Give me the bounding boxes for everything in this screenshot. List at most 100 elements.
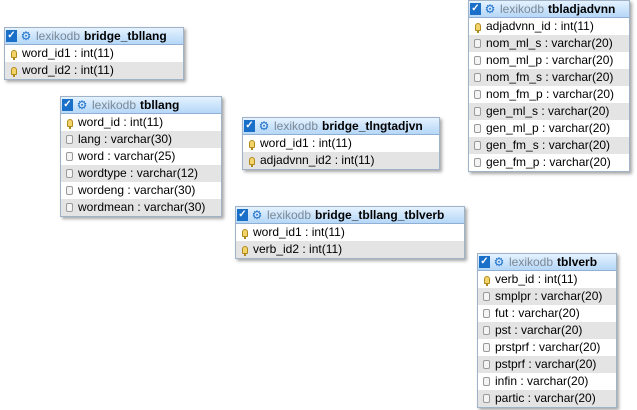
database-name: lexikodb <box>92 98 137 112</box>
column-shape <box>483 326 490 335</box>
column-row[interactable]: gen_ml_s : varchar(20) <box>469 103 629 120</box>
key-icon <box>246 156 257 167</box>
column-row[interactable]: adjadvnn_id : int(11) <box>469 18 629 35</box>
column-shape <box>66 135 73 144</box>
column-row[interactable]: verb_id2 : int(11) <box>236 241 464 258</box>
column-row[interactable]: word_id1 : int(11) <box>5 45 183 62</box>
column-icon <box>472 56 483 65</box>
column-row[interactable]: word_id1 : int(11) <box>243 135 439 152</box>
database-name: lexikodb <box>267 208 312 222</box>
column-icon <box>64 169 75 178</box>
gear-icon[interactable]: ⚙ <box>76 99 88 111</box>
column-row[interactable]: word_id2 : int(11) <box>5 62 183 79</box>
column-row[interactable]: nom_fm_s : varchar(20) <box>469 69 629 86</box>
column-row[interactable]: fut : varchar(20) <box>478 305 616 322</box>
column-row[interactable]: nom_ml_s : varchar(20) <box>469 35 629 52</box>
column-shape <box>474 39 481 48</box>
column-shape <box>483 394 490 403</box>
column-row[interactable]: nom_ml_p : varchar(20) <box>469 52 629 69</box>
table-header[interactable]: ✓ ⚙ lexikodb tbladjadvnn <box>469 1 629 18</box>
column-row[interactable]: word_id : int(11) <box>61 114 221 131</box>
column-label: pstprf : varchar(20) <box>495 357 597 371</box>
checkbox-icon[interactable]: ✓ <box>237 209 248 221</box>
column-label: prstprf : varchar(20) <box>495 340 601 354</box>
column-icon <box>481 292 492 301</box>
column-row[interactable]: infin : varchar(20) <box>478 373 616 390</box>
column-row[interactable]: gen_ml_p : varchar(20) <box>469 120 629 137</box>
column-label: verb_id2 : int(11) <box>253 242 343 256</box>
column-row[interactable]: wordmean : varchar(30) <box>61 199 221 216</box>
table-card-tblverb[interactable]: ✓ ⚙ lexikodb tblverb verb_id : int(11) smplpr… <box>477 253 617 408</box>
column-row[interactable]: pst : varchar(20) <box>478 322 616 339</box>
key-icon <box>472 22 483 33</box>
column-label: partic : varchar(20) <box>495 391 596 405</box>
column-row[interactable]: wordtype : varchar(12) <box>61 165 221 182</box>
key-icon <box>8 66 19 77</box>
column-label: fut : varchar(20) <box>495 306 580 320</box>
column-icon <box>472 39 483 48</box>
column-icon <box>64 135 75 144</box>
column-label: nom_ml_s : varchar(20) <box>486 36 613 50</box>
key-shape <box>241 228 248 239</box>
gear-icon[interactable]: ⚙ <box>258 120 270 132</box>
table-header[interactable]: ✓ ⚙ lexikodb tblverb <box>478 254 616 271</box>
table-header[interactable]: ✓ ⚙ lexikodb bridge_tlngtadjvn <box>243 118 439 135</box>
table-name: tbllang <box>140 98 180 112</box>
column-row[interactable]: partic : varchar(20) <box>478 390 616 407</box>
checkbox-icon[interactable]: ✓ <box>6 30 17 42</box>
column-label: wordtype : varchar(12) <box>78 166 199 180</box>
checkbox-icon[interactable]: ✓ <box>62 99 73 111</box>
table-header[interactable]: ✓ ⚙ lexikodb tbllang <box>61 97 221 114</box>
column-shape <box>474 141 481 150</box>
column-label: adjadvnn_id2 : int(11) <box>260 153 375 167</box>
table-header[interactable]: ✓ ⚙ lexikodb bridge_tbllang_tblverb <box>236 207 464 224</box>
column-row[interactable]: nom_fm_p : varchar(20) <box>469 86 629 103</box>
table-card-bridge-tbllang-tblverb[interactable]: ✓ ⚙ lexikodb bridge_tbllang_tblverb word_id1… <box>235 206 465 259</box>
column-row[interactable]: wordeng : varchar(30) <box>61 182 221 199</box>
table-card-tbllang[interactable]: ✓ ⚙ lexikodb tbllang word_id : int(11) lang :… <box>60 96 222 217</box>
column-icon <box>472 107 483 116</box>
column-label: gen_fm_s : varchar(20) <box>486 138 611 152</box>
gear-icon[interactable]: ⚙ <box>493 256 505 268</box>
column-shape <box>483 343 490 352</box>
checkbox-icon[interactable]: ✓ <box>479 256 490 268</box>
column-icon <box>64 186 75 195</box>
column-row[interactable]: word_id1 : int(11) <box>236 224 464 241</box>
table-header[interactable]: ✓ ⚙ lexikodb bridge_tbllang <box>5 28 183 45</box>
column-row[interactable]: lang : varchar(30) <box>61 131 221 148</box>
key-icon <box>64 118 75 129</box>
column-row[interactable]: gen_fm_p : varchar(20) <box>469 154 629 171</box>
table-name: tblverb <box>557 255 598 269</box>
table-card-bridge-tlngtadjvn[interactable]: ✓ ⚙ lexikodb bridge_tlngtadjvn word_id1 : in… <box>242 117 440 170</box>
column-row[interactable]: adjadvnn_id2 : int(11) <box>243 152 439 169</box>
gear-icon[interactable]: ⚙ <box>20 30 32 42</box>
gear-icon[interactable]: ⚙ <box>484 3 496 15</box>
column-label: smplpr : varchar(20) <box>495 289 603 303</box>
column-label: wordeng : varchar(30) <box>78 183 196 197</box>
key-shape <box>474 22 481 33</box>
column-label: lang : varchar(30) <box>78 132 173 146</box>
table-card-bridge-tbllang[interactable]: ✓ ⚙ lexikodb bridge_tbllang word_id1 : int(1… <box>4 27 184 80</box>
table-name: tbladjadvnn <box>548 2 616 16</box>
column-label: nom_fm_p : varchar(20) <box>486 87 615 101</box>
column-row[interactable]: smplpr : varchar(20) <box>478 288 616 305</box>
column-icon <box>472 141 483 150</box>
column-row[interactable]: pstprf : varchar(20) <box>478 356 616 373</box>
column-label: wordmean : varchar(30) <box>78 200 206 214</box>
column-shape <box>474 73 481 82</box>
column-label: infin : varchar(20) <box>495 374 589 388</box>
key-shape <box>66 118 73 129</box>
gear-icon[interactable]: ⚙ <box>251 209 263 221</box>
column-row[interactable]: gen_fm_s : varchar(20) <box>469 137 629 154</box>
column-label: pst : varchar(20) <box>495 323 583 337</box>
table-card-tbladjadvnn[interactable]: ✓ ⚙ lexikodb tbladjadvnn adjadvnn_id : int(1… <box>468 0 630 172</box>
column-icon <box>472 90 483 99</box>
table-name: bridge_tbllang <box>84 29 167 43</box>
column-row[interactable]: verb_id : int(11) <box>478 271 616 288</box>
column-row[interactable]: prstprf : varchar(20) <box>478 339 616 356</box>
column-shape <box>483 292 490 301</box>
column-row[interactable]: word : varchar(25) <box>61 148 221 165</box>
checkbox-icon[interactable]: ✓ <box>470 3 481 15</box>
checkbox-icon[interactable]: ✓ <box>244 120 255 132</box>
column-icon <box>472 73 483 82</box>
